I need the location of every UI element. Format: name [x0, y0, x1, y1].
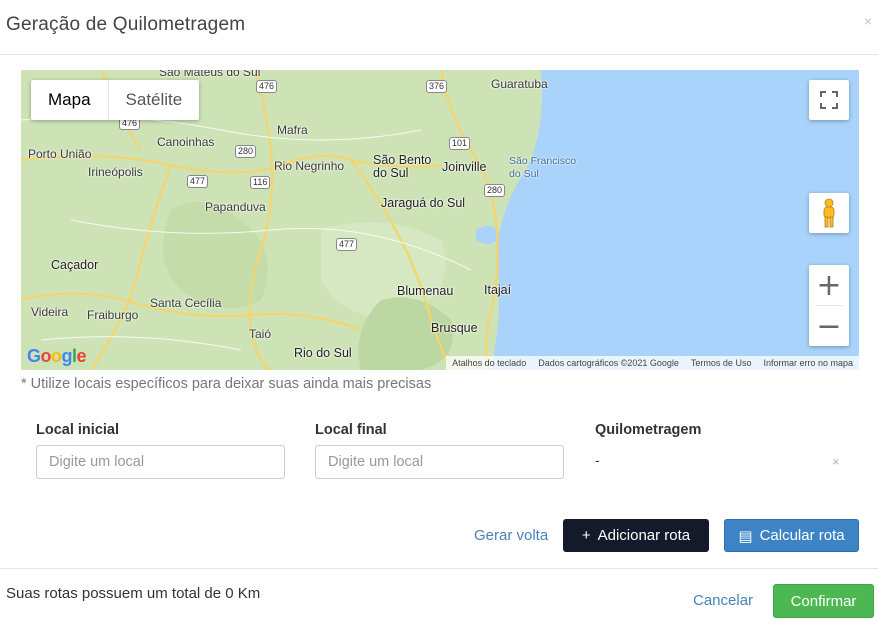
pegman-icon: [823, 198, 835, 228]
map-place-label: Brusque: [431, 321, 478, 335]
map-place-label: Canoinhas: [157, 135, 215, 149]
end-location-label: Local final: [315, 422, 387, 438]
report-error-link[interactable]: Informar erro no mapa: [757, 356, 859, 370]
road-shield: 101: [449, 137, 471, 150]
map-place-label: Joinville: [442, 160, 487, 174]
street-view-pegman-button[interactable]: [809, 193, 849, 233]
plus-icon: +: [581, 527, 591, 544]
map-place-label: Irineópolis: [88, 165, 143, 179]
road-shield: 280: [235, 145, 257, 158]
map-place-label: Santa Cecília: [150, 296, 222, 310]
map-place-label: São Mateus do Sul: [159, 70, 261, 79]
km-value: -: [595, 452, 600, 468]
fullscreen-icon: [820, 91, 838, 109]
km-label: Quilometragem: [595, 422, 702, 438]
map-hint-text: * Utilize locais específicos para deixar…: [21, 376, 432, 392]
zoom-in-button[interactable]: +: [809, 265, 849, 305]
map-place-label: Rio do Sul: [294, 346, 352, 360]
modal-title: Geração de Quilometragem: [6, 14, 246, 35]
map-place-label: Mafra: [277, 123, 308, 137]
map-data-credit: Dados cartográficos ©2021 Google: [538, 358, 679, 368]
map-place-label: Blumenau: [397, 284, 454, 298]
map-view[interactable]: São Mateus do Sul Guaratuba Mafra Canoin…: [21, 70, 859, 370]
road-shield: 476: [256, 80, 278, 93]
map-place-label: Videira: [31, 305, 69, 319]
terms-link[interactable]: Termos de Uso: [685, 356, 758, 370]
map-place-label: Rio Negrinho: [274, 159, 345, 173]
remove-route-icon[interactable]: ×: [832, 454, 840, 469]
google-logo: Google: [27, 346, 87, 366]
start-location-input[interactable]: [36, 445, 285, 479]
confirm-button[interactable]: Confirmar: [773, 584, 874, 618]
end-location-input[interactable]: [315, 445, 564, 479]
add-route-label: Adicionar rota: [597, 527, 691, 544]
total-distance-text: Suas rotas possuem um total de 0 Km: [6, 585, 261, 602]
map-type-control: Mapa Satélite: [31, 80, 200, 120]
keyboard-shortcuts-link[interactable]: Atalhos do teclado: [446, 356, 532, 370]
fullscreen-button[interactable]: [809, 80, 849, 120]
map-place-label: São Francisco do Sul: [509, 155, 577, 180]
road-shield: 376: [426, 80, 448, 93]
add-route-button[interactable]: + Adicionar rota: [563, 519, 709, 552]
zoom-control: + −: [809, 265, 849, 346]
map-attribution-bar: Atalhos do teclado Dados cartográficos ©…: [446, 356, 859, 370]
generate-return-link[interactable]: Gerar volta: [474, 527, 548, 544]
map-place-label: Taió: [249, 327, 272, 341]
road-shield: 280: [484, 184, 506, 197]
map-place-label: Porto União: [28, 147, 92, 161]
map-place-label: Fraiburgo: [87, 308, 139, 322]
modal-header: Geração de Quilometragem ×: [0, 0, 878, 55]
close-icon[interactable]: ×: [864, 13, 872, 29]
map-type-map-button[interactable]: Mapa: [31, 80, 108, 120]
road-shield: 477: [187, 175, 209, 188]
calculator-icon: ▤: [738, 527, 753, 545]
zoom-out-button[interactable]: −: [809, 306, 849, 346]
map-place-label: Guaratuba: [491, 77, 548, 91]
road-shield: 116: [250, 176, 271, 189]
map-place-label: Jaraguá do Sul: [381, 196, 466, 210]
road-shield: 477: [336, 238, 358, 251]
map-place-label: Itajaí: [484, 283, 512, 297]
cancel-button[interactable]: Cancelar: [693, 592, 753, 609]
map-place-label: São Bento do Sul: [373, 153, 432, 180]
calculate-route-button[interactable]: ▤ Calcular rota: [724, 519, 859, 552]
map-type-satellite-button[interactable]: Satélite: [107, 80, 200, 120]
calculate-route-label: Calcular rota: [759, 527, 845, 544]
map-place-label: Papanduva: [205, 200, 266, 214]
start-location-label: Local inicial: [36, 422, 119, 438]
map-place-label: Caçador: [51, 258, 99, 272]
